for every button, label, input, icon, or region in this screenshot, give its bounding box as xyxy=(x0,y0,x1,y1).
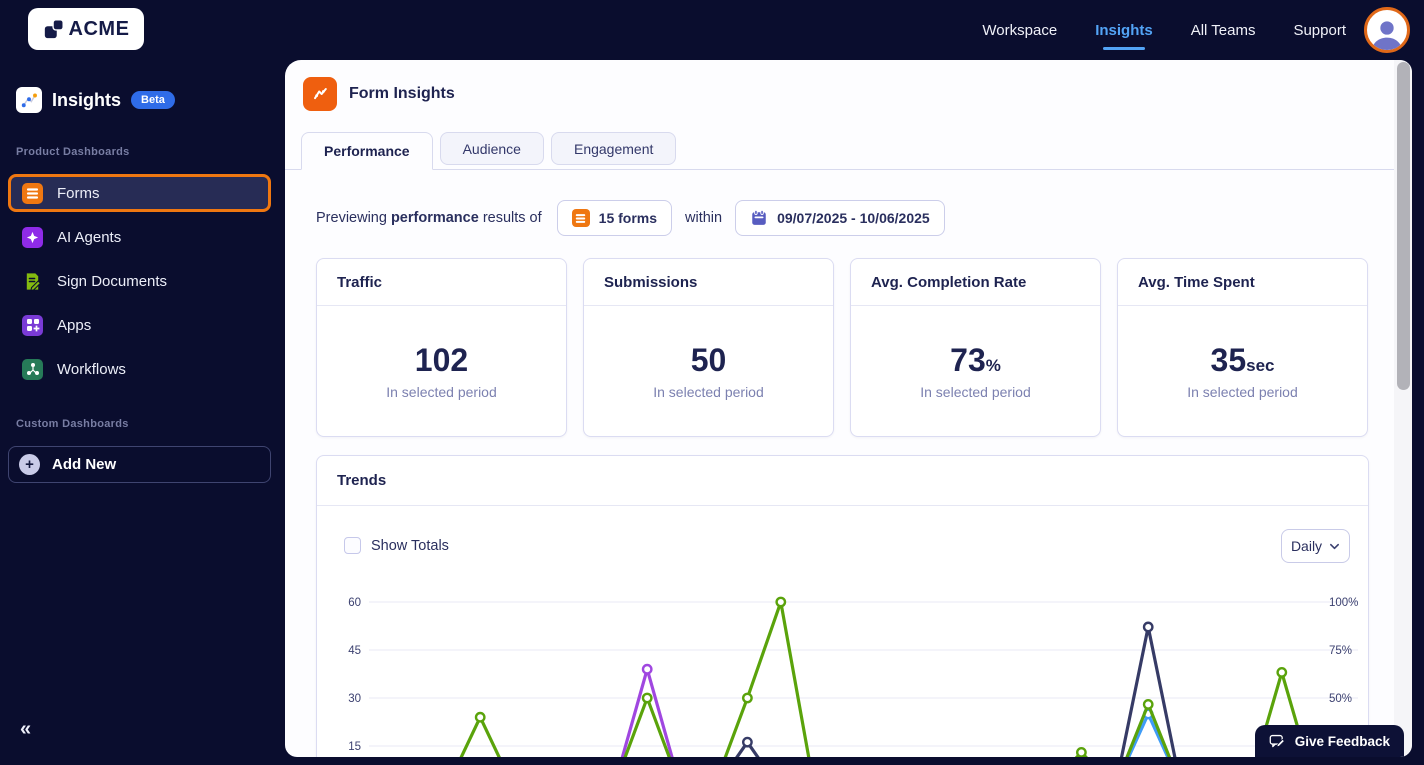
page-header: Form Insights xyxy=(303,77,455,111)
user-avatar[interactable] xyxy=(1364,7,1410,53)
date-range-button[interactable]: 09/07/2025 - 10/06/2025 xyxy=(735,200,945,236)
metric-value: 35sec xyxy=(1210,342,1275,378)
product-dashboards-label: Product Dashboards xyxy=(16,146,130,158)
metric-subtitle: In selected period xyxy=(653,384,764,400)
show-totals-control: Show Totals xyxy=(344,537,449,554)
tab-bar: Performance Audience Engagement xyxy=(285,132,1412,170)
svg-text:50%: 50% xyxy=(1329,693,1352,705)
trends-line-chart: 60 45 30 15 100% 75% 50% xyxy=(317,566,1368,757)
nav-item-workspace[interactable]: Workspace xyxy=(982,0,1057,60)
scrollbar-track xyxy=(1394,60,1412,757)
show-totals-checkbox[interactable] xyxy=(344,537,361,554)
tab-engagement[interactable]: Engagement xyxy=(550,132,677,165)
forms-icon xyxy=(22,182,43,204)
svg-text:45: 45 xyxy=(348,645,361,657)
workflows-icon xyxy=(22,358,43,380)
metric-subtitle: In selected period xyxy=(920,384,1031,400)
metric-value: 102 xyxy=(414,342,469,378)
forms-selector-button[interactable]: 15 forms xyxy=(556,200,673,236)
trends-card: Trends Show Totals Daily 60 45 30 15 100% 75%… xyxy=(316,455,1369,757)
nav-item-support[interactable]: Support xyxy=(1293,0,1346,60)
sidebar-collapse-button[interactable]: « xyxy=(20,718,31,741)
person-icon xyxy=(1372,21,1402,50)
tab-performance[interactable]: Performance xyxy=(301,132,433,170)
show-totals-label: Show Totals xyxy=(371,537,449,554)
sidebar-item-ai-agents[interactable]: AI Agents xyxy=(8,218,271,256)
metric-cards-row: Traffic 102 In selected period Submissio… xyxy=(316,258,1368,437)
page-title: Form Insights xyxy=(349,85,455,102)
sidebar-item-sign-documents[interactable]: Sign Documents xyxy=(8,262,271,300)
metric-title: Avg. Time Spent xyxy=(1138,273,1255,291)
forms-icon-small xyxy=(571,209,590,227)
metric-title: Submissions xyxy=(604,273,698,291)
add-new-dashboard-button[interactable]: + Add New xyxy=(8,446,271,483)
apps-icon xyxy=(22,314,43,336)
metric-card-submissions: Submissions 50 In selected period xyxy=(583,258,834,437)
metric-subtitle: In selected period xyxy=(386,384,497,400)
svg-text:75%: 75% xyxy=(1329,645,1352,657)
beta-badge: Beta xyxy=(131,91,175,109)
svg-text:60: 60 xyxy=(348,597,361,609)
form-insights-icon xyxy=(303,77,337,111)
nav-item-insights[interactable]: Insights xyxy=(1095,0,1153,60)
metric-title: Avg. Completion Rate xyxy=(871,273,1027,291)
metric-card-traffic: Traffic 102 In selected period xyxy=(316,258,567,437)
svg-text:100%: 100% xyxy=(1329,597,1358,609)
svg-text:30: 30 xyxy=(348,693,361,705)
preview-text: Previewing performance results of xyxy=(316,210,542,226)
acme-logo[interactable]: ACME xyxy=(28,8,144,50)
metric-value: 50 xyxy=(690,342,727,378)
top-navigation: Workspace Insights All Teams Support xyxy=(982,0,1346,60)
nav-active-underline xyxy=(1102,47,1145,50)
metric-title: Traffic xyxy=(337,273,383,291)
metric-card-time-spent: Avg. Time Spent 35sec In selected period xyxy=(1117,258,1368,437)
sidebar-item-forms[interactable]: Forms xyxy=(8,174,271,212)
nav-item-all-teams[interactable]: All Teams xyxy=(1191,0,1256,60)
sidebar-item-apps[interactable]: Apps xyxy=(8,306,271,344)
custom-dashboards-label: Custom Dashboards xyxy=(16,418,129,430)
ai-agents-icon xyxy=(22,226,43,248)
preview-controls-row: Previewing performance results of 15 for… xyxy=(316,200,945,236)
tab-audience[interactable]: Audience xyxy=(439,132,544,165)
sign-documents-icon xyxy=(22,271,43,292)
sidebar-app-header: Insights Beta xyxy=(16,87,175,113)
main-panel: Form Insights Performance Audience Engag… xyxy=(285,60,1412,757)
sidebar: Insights Beta Product Dashboards Forms A… xyxy=(0,60,285,765)
give-feedback-button[interactable]: Give Feedback xyxy=(1254,725,1404,757)
metric-value: 73% xyxy=(950,342,1001,378)
interval-select[interactable]: Daily xyxy=(1281,529,1350,563)
plus-icon: + xyxy=(19,454,40,475)
acme-logo-icon xyxy=(43,18,65,40)
metric-subtitle: In selected period xyxy=(1187,384,1298,400)
sidebar-item-workflows[interactable]: Workflows xyxy=(8,350,271,388)
top-bar: ACME Workspace Insights All Teams Suppor… xyxy=(0,0,1424,60)
svg-text:15: 15 xyxy=(348,741,361,753)
within-label: within xyxy=(685,210,723,226)
acme-logo-text: ACME xyxy=(68,17,130,40)
insights-app-icon xyxy=(16,87,42,113)
feedback-icon xyxy=(1269,734,1285,747)
scrollbar-thumb[interactable] xyxy=(1397,62,1410,390)
sidebar-app-title: Insights xyxy=(52,89,122,110)
trends-title: Trends xyxy=(337,472,387,489)
chevron-down-icon xyxy=(1330,543,1340,549)
metric-card-completion-rate: Avg. Completion Rate 73% In selected per… xyxy=(850,258,1101,437)
calendar-icon xyxy=(750,209,768,227)
